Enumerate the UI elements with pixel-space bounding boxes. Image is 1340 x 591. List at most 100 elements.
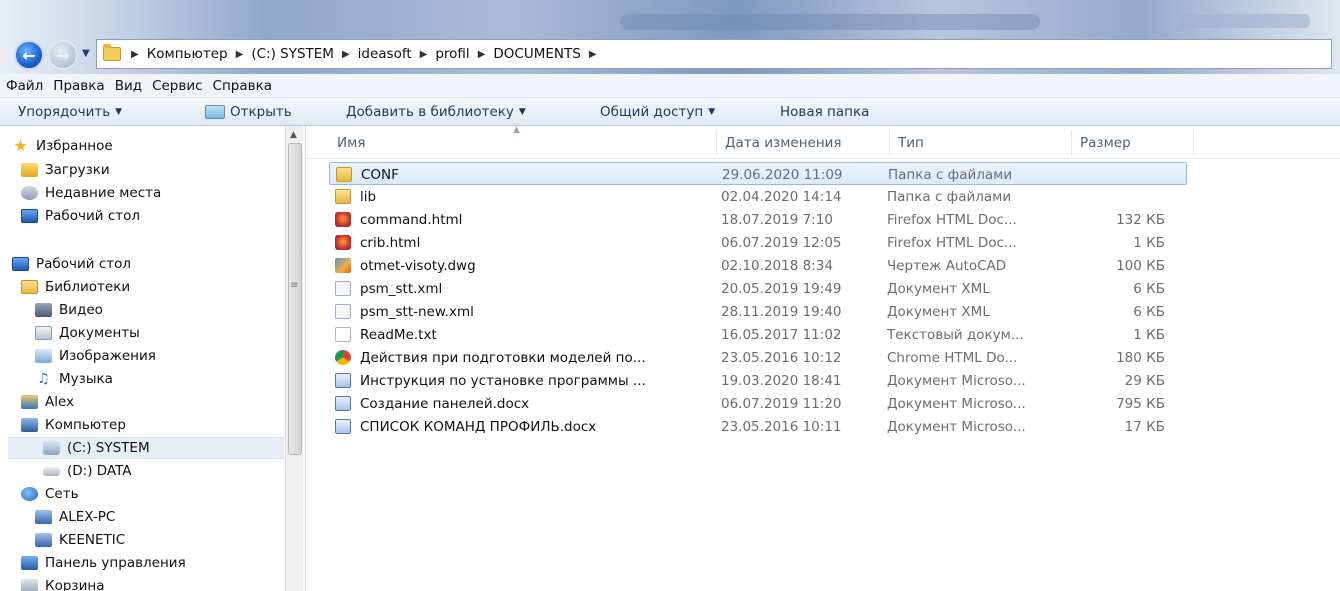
recent-pages-dropdown[interactable]: ▼ [82, 48, 90, 59]
menu-edit[interactable]: Правка [53, 78, 104, 94]
arrow-right-icon: → [56, 45, 70, 65]
file-row[interactable]: psm_stt-new.xml 28.11.2019 19:40 Докумен… [329, 300, 1187, 323]
nav-video[interactable]: Видео [35, 299, 103, 321]
file-date: 28.11.2019 19:40 [721, 303, 842, 320]
nav-downloads[interactable]: Загрузки [21, 159, 110, 181]
share-label: Общий доступ [600, 103, 704, 120]
breadcrumb-computer[interactable]: Компьютер [147, 46, 228, 62]
nav-label: Корзина [45, 578, 105, 591]
menu-help[interactable]: Справка [213, 78, 272, 94]
breadcrumb-profil[interactable]: profil [435, 46, 469, 62]
file-row[interactable]: otmet-visoty.dwg 02.10.2018 8:34 Чертеж … [329, 254, 1187, 277]
new-folder-button[interactable]: Новая папка [780, 104, 869, 120]
breadcrumb-documents[interactable]: DOCUMENTS [493, 46, 580, 62]
scroll-grip-icon: ≡ [290, 280, 299, 291]
file-size [1074, 163, 1166, 186]
nav-user-alex[interactable]: Alex [21, 391, 74, 413]
chevron-right-icon[interactable]: ▶ [236, 49, 244, 60]
chevron-right-icon[interactable]: ▶ [131, 49, 139, 60]
address-bar[interactable]: ▶ Компьютер ▶ (C:) SYSTEM ▶ ideasoft ▶ p… [96, 39, 1332, 69]
column-size[interactable]: Размер [1072, 126, 1192, 159]
pc-icon [35, 533, 52, 547]
nav-images[interactable]: Изображения [35, 345, 156, 367]
nav-recycle-bin[interactable]: Корзина [21, 575, 104, 591]
nav-control-panel[interactable]: Панель управления [21, 552, 186, 574]
search-box-area [1180, 14, 1310, 28]
file-size: 1 КБ [1133, 234, 1165, 251]
file-date: 02.10.2018 8:34 [721, 257, 833, 274]
add-to-library-button[interactable]: Добавить в библиотеку ▼ [346, 104, 526, 120]
open-folder-icon [205, 104, 225, 119]
chevron-right-icon[interactable]: ▶ [478, 49, 486, 60]
folder-icon [335, 189, 351, 204]
file-row[interactable]: command.html 18.07.2019 7:10 Firefox HTM… [329, 208, 1187, 231]
file-size: 17 КБ [1124, 418, 1165, 435]
file-row[interactable]: Создание панелей.docx 06.07.2019 11:20 Д… [329, 392, 1187, 415]
back-button[interactable]: ← [14, 40, 44, 70]
file-name: lib [335, 185, 711, 208]
breadcrumb-drive-c[interactable]: (C:) SYSTEM [251, 46, 334, 62]
menu-file[interactable]: Файл [6, 78, 43, 94]
nav-keenetic[interactable]: KEENETIC [35, 529, 125, 551]
forward-button[interactable]: → [48, 40, 78, 70]
nav-drive-d[interactable]: (D:) DATA [43, 460, 132, 482]
column-type[interactable]: Тип [890, 126, 1071, 159]
nav-computer[interactable]: Компьютер [21, 414, 126, 436]
file-name-text: psm_stt-new.xml [360, 303, 474, 320]
nav-libraries[interactable]: Библиотеки [21, 276, 130, 298]
nav-favorites[interactable]: ★ Избранное [12, 135, 112, 157]
menu-view[interactable]: Вид [115, 78, 142, 94]
network-icon [21, 487, 38, 501]
file-date: 29.06.2020 11:09 [722, 166, 843, 183]
drive-icon [43, 466, 60, 476]
menu-tools[interactable]: Сервис [152, 78, 202, 94]
nav-label: Библиотеки [45, 279, 131, 295]
chevron-down-icon: ▼ [115, 106, 123, 117]
nav-scrollbar[interactable]: ▲ ≡ [285, 126, 303, 591]
file-row[interactable]: СПИСОК КОМАНД ПРОФИЛЬ.docx 23.05.2016 10… [329, 415, 1187, 438]
chevron-right-icon[interactable]: ▶ [589, 49, 597, 60]
folder-icon [103, 44, 121, 61]
nav-drive-c[interactable]: (C:) SYSTEM [8, 437, 284, 459]
file-date: 06.07.2019 12:05 [721, 234, 842, 251]
chevron-right-icon[interactable]: ▶ [342, 49, 350, 60]
scrollbar-thumb[interactable] [288, 143, 302, 455]
new-folder-label: Новая папка [780, 103, 870, 120]
file-row[interactable]: psm_stt.xml 20.05.2019 19:49 Документ XM… [329, 277, 1187, 300]
nav-alex-pc[interactable]: ALEX-PC [35, 506, 115, 528]
organize-button[interactable]: Упорядочить ▼ [18, 104, 122, 120]
nav-desktop[interactable]: Рабочий стол [12, 253, 131, 275]
file-row[interactable]: crib.html 06.07.2019 12:05 Firefox HTML … [329, 231, 1187, 254]
nav-network[interactable]: Сеть [21, 483, 79, 505]
nav-label: Рабочий стол [36, 256, 131, 272]
breadcrumb-ideasoft[interactable]: ideasoft [358, 46, 412, 62]
file-row[interactable]: ReadMe.txt 16.05.2017 11:02 Текстовый до… [329, 323, 1187, 346]
share-button[interactable]: Общий доступ ▼ [600, 104, 715, 120]
nav-documents[interactable]: Документы [35, 322, 140, 344]
chevron-down-icon: ▼ [518, 106, 526, 117]
column-date[interactable]: Дата изменения [717, 126, 889, 159]
chrome-html-icon [335, 350, 351, 365]
nav-label: Недавние места [45, 185, 162, 201]
chevron-right-icon[interactable]: ▶ [420, 49, 428, 60]
column-name[interactable]: Имя [329, 126, 717, 159]
nav-recent-places[interactable]: Недавние места [21, 182, 161, 204]
nav-label: Изображения [59, 348, 156, 364]
file-row[interactable]: lib 02.04.2020 14:14 Папка с файлами [329, 185, 1187, 208]
file-size: 1 КБ [1133, 326, 1165, 343]
scroll-up-icon[interactable]: ▲ [290, 130, 297, 140]
nav-desktop-favorite[interactable]: Рабочий стол [21, 205, 140, 227]
images-icon [35, 349, 52, 363]
nav-music[interactable]: ♫ Музыка [35, 368, 113, 390]
file-row[interactable]: Действия при подготовки моделей по... 23… [329, 346, 1187, 369]
file-name-text: Действия при подготовки моделей по... [360, 349, 646, 366]
xml-icon [335, 281, 351, 296]
file-date: 16.05.2017 11:02 [721, 326, 842, 343]
open-button[interactable]: Открыть [205, 104, 292, 120]
column-divider[interactable] [1193, 130, 1194, 156]
file-row[interactable]: CONF 29.06.2020 11:09 Папка с файлами [329, 162, 1187, 185]
file-row[interactable]: Инструкция по установке программы ... 19… [329, 369, 1187, 392]
nav-label: Документы [59, 325, 140, 341]
file-size: 6 КБ [1133, 280, 1165, 297]
file-name: Действия при подготовки моделей по... [335, 346, 711, 369]
